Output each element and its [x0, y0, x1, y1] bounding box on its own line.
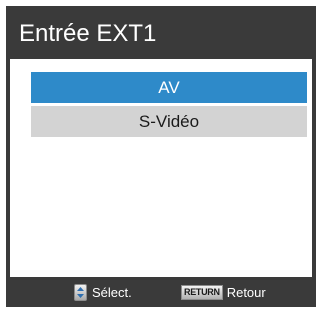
option-av[interactable]: AV: [31, 72, 307, 103]
osd-menu-window: Entrée EXT1 AV S-Vidéo Sélect. RETURN Re…: [6, 6, 316, 307]
select-hint-label: Sélect.: [92, 285, 132, 300]
menu-title: Entrée EXT1: [19, 20, 157, 47]
options-list: AV S-Vidéo: [10, 59, 312, 277]
up-down-arrows-icon: [74, 284, 87, 301]
return-key-icon: RETURN: [181, 285, 223, 300]
button-hints-bar: Sélect. RETURN Retour: [6, 277, 316, 307]
option-s-video[interactable]: S-Vidéo: [31, 106, 307, 137]
select-hint: Sélect.: [74, 284, 132, 301]
return-hint-label: Retour: [226, 285, 266, 300]
return-hint: RETURN Retour: [181, 284, 266, 301]
